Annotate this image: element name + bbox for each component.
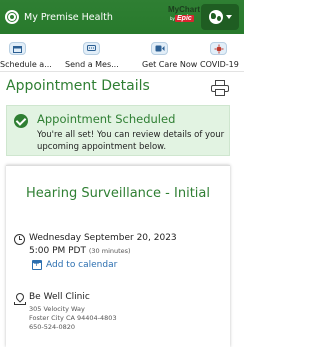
location-name[interactable]: Be Well Clinic <box>29 292 90 302</box>
mychart-logo[interactable]: MyChart by Epic <box>166 5 200 29</box>
mychart-logo-text: MyChart <box>168 5 201 14</box>
location-phone[interactable]: 650-524-0820 <box>29 323 117 332</box>
message-icon <box>83 42 100 55</box>
banner-title: Appointment Scheduled <box>37 112 176 126</box>
appointment-title: Hearing Surveillance - Initial <box>26 186 210 201</box>
add-to-calendar-link[interactable]: Add to calendar <box>46 260 117 270</box>
add-calendar-icon[interactable] <box>32 260 42 270</box>
appointment-time-row: 5:00 PM PDT (30 minutes) <box>29 246 131 256</box>
quick-action-label: Send a Mes... <box>65 60 119 69</box>
quick-action-schedule[interactable]: Schedule a... <box>0 34 60 72</box>
address-line-1: 305 Velocity Way <box>29 305 85 313</box>
address-line-2: Foster City CA 94404-4803 <box>29 314 117 322</box>
location-pin-icon <box>14 291 26 305</box>
appointment-scheduled-banner: Appointment Scheduled You're all set! Yo… <box>6 105 230 156</box>
appointment-date: Wednesday September 20, 2023 <box>29 233 177 243</box>
virus-icon <box>210 42 227 55</box>
printer-icon[interactable] <box>211 80 229 96</box>
quick-action-label: Get Care Now <box>142 60 198 69</box>
quick-actions-bar: Schedule a... Send a Mes... Get Care Now… <box>0 34 244 72</box>
appointment-duration: (30 minutes) <box>88 247 131 255</box>
location-address: 305 Velocity Way Foster City CA 94404-48… <box>29 305 117 332</box>
clock-icon <box>14 234 25 245</box>
quick-action-covid[interactable]: COVID-19 <box>198 34 244 72</box>
quick-action-message[interactable]: Send a Mes... <box>62 34 122 72</box>
calendar-icon <box>9 42 26 55</box>
appointment-time: 5:00 PM PDT <box>29 246 86 256</box>
app-title: My Premise Health <box>24 11 113 23</box>
app-logo-icon <box>5 10 19 24</box>
epic-logo: Epic <box>175 15 194 22</box>
quick-action-label: COVID-19 <box>200 60 239 69</box>
banner-message: You're all set! You can review details o… <box>37 130 225 152</box>
page-title: Appointment Details <box>6 78 150 94</box>
quick-action-get-care[interactable]: Get Care Now <box>125 34 198 72</box>
check-circle-icon <box>14 114 28 128</box>
quick-action-label: Schedule a... <box>0 60 52 69</box>
chevron-down-icon <box>225 15 232 19</box>
video-icon <box>151 42 168 55</box>
account-menu-button[interactable] <box>201 4 239 30</box>
globe-icon <box>208 10 223 24</box>
appointment-card: Hearing Surveillance - Initial Wednesday… <box>6 165 230 347</box>
